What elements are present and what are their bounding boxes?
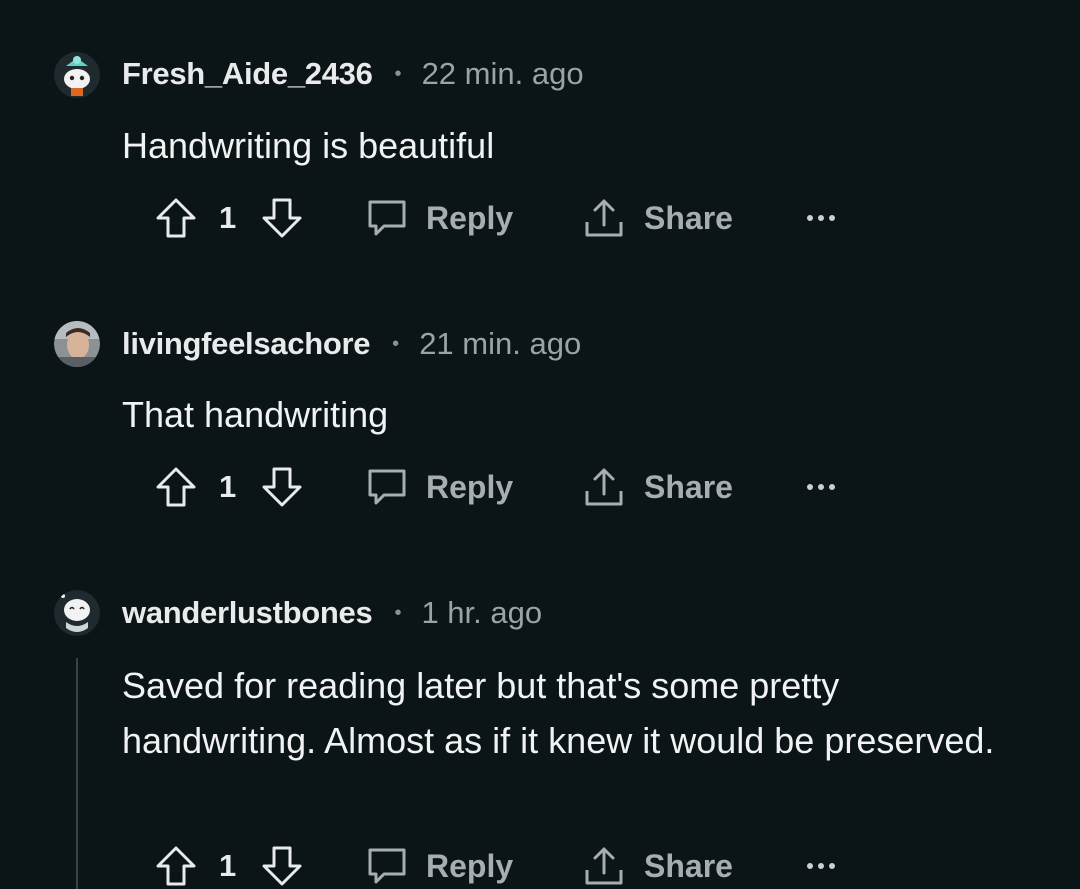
share-icon [585,847,623,885]
vote-count: 1 [219,848,237,883]
more-options-button[interactable] [806,843,836,889]
downvote-arrow-icon [262,846,302,886]
vote-count-wrap: 1 [219,843,236,889]
upvote-arrow-icon [156,846,196,886]
username[interactable]: wanderlustbones [122,595,373,631]
comment: wanderlustbones • 1 hr. ago Saved for re… [0,0,1080,889]
share-button[interactable]: Share [582,843,733,889]
more-dots-icon [807,863,835,869]
user-avatar[interactable] [54,590,100,636]
comment-actions: 1 Reply Share [154,843,854,889]
reply-label: Reply [426,847,514,884]
downvote-button[interactable] [260,843,304,889]
upvote-button[interactable] [154,843,198,889]
comment-body: Saved for reading later but that's some … [122,665,995,761]
thread-line[interactable] [76,658,78,889]
reply-bubble-icon [368,848,406,884]
snoo-avatar-icon [54,590,100,636]
timestamp: 1 hr. ago [421,595,543,630]
share-label: Share [644,847,733,884]
reply-button[interactable]: Reply [366,843,513,889]
separator-dot: • [394,601,402,624]
